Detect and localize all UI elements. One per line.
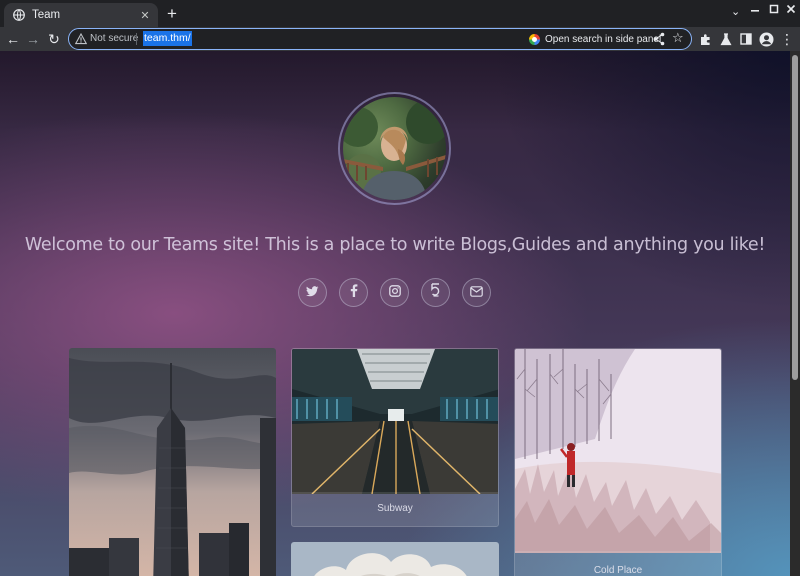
welcome-text: Welcome to our Teams site! This is a pla… [24,235,766,255]
gallery-card-subway[interactable]: Subway [291,348,499,527]
reload-button[interactable]: ↻ [45,30,63,48]
side-panel-icon[interactable] [738,31,754,47]
tab-strip: Team ✕ + ⌄ [0,0,800,27]
forward-button[interactable]: → [24,30,42,48]
email-icon [470,284,483,302]
instagram-icon [388,284,401,302]
url-text[interactable]: team.thm/ [143,31,192,46]
not-secure-label[interactable]: Not secure [90,33,138,44]
back-button[interactable]: ← [4,30,22,48]
card-caption: Cold Place [515,551,721,576]
google-icon [529,33,540,45]
bookmark-star-icon[interactable]: ☆ [672,30,684,46]
window-close-icon[interactable] [786,4,796,17]
browser-tab[interactable]: Team ✕ [4,3,158,27]
scrollbar-thumb[interactable] [792,55,798,380]
avatar-photo [343,97,446,200]
restore-icon[interactable] [769,4,779,17]
tab-close-icon[interactable]: ✕ [138,9,152,22]
side-panel-search-button[interactable]: Open search in side panel [529,31,661,47]
web-page: Welcome to our Teams site! This is a pla… [0,51,790,576]
social-links [298,278,498,308]
clouds-image [291,542,499,576]
five-hundred-px-link[interactable] [421,278,450,307]
city-skyline-image [69,348,276,576]
profile-avatar [338,92,451,205]
browser-toolbar: ← → ↻ Not secure team.thm/ Open search i… [0,27,800,51]
facebook-link[interactable] [339,278,368,307]
page-scrollbar[interactable] [790,51,800,576]
warning-icon[interactable] [74,32,88,45]
gallery-card-city[interactable] [69,348,276,576]
kebab-menu-icon[interactable]: ⋮ [779,31,795,47]
extensions-puzzle-icon[interactable] [697,31,713,47]
gallery-card-cold-place[interactable]: Cold Place [514,348,722,576]
five-hundred-px-icon [430,283,441,302]
tab-title: Team [32,9,61,21]
gallery-card-clouds[interactable] [291,542,499,576]
lab-flask-icon[interactable] [718,31,734,47]
side-panel-label: Open search in side panel [545,33,662,45]
profile-avatar-icon[interactable] [758,31,774,47]
globe-icon [13,9,25,21]
address-bar[interactable]: Not secure team.thm/ Open search in side… [68,28,692,50]
instagram-link[interactable] [380,278,409,307]
tab-search-icon[interactable]: ⌄ [731,5,740,18]
email-link[interactable] [462,278,491,307]
card-caption: Subway [292,492,498,526]
twitter-link[interactable] [298,278,327,307]
twitter-icon [306,284,319,302]
share-icon[interactable] [653,32,665,46]
snow-image [515,349,721,553]
facebook-icon [350,283,358,302]
minimize-icon[interactable] [750,3,760,18]
new-tab-button[interactable]: + [164,5,180,23]
subway-image [292,349,498,494]
divider [136,33,137,45]
